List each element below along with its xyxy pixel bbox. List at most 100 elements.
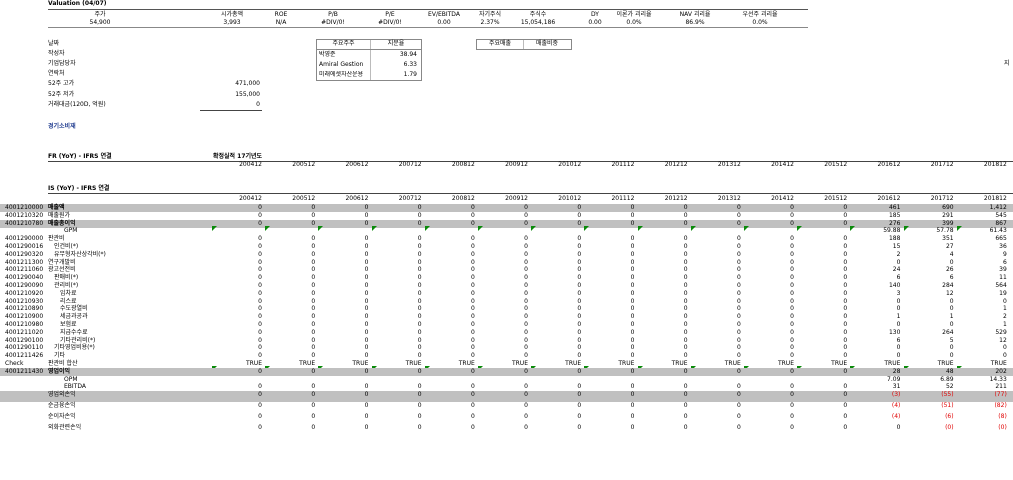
row-value-cell: 0 bbox=[790, 289, 794, 297]
info-label-contact: 연락처 bbox=[48, 70, 65, 77]
row-value-cell: 0 bbox=[311, 250, 316, 258]
row-label: 지급수수료 bbox=[60, 328, 88, 336]
fr-confirmed: 확정실적 17기년도 bbox=[213, 153, 263, 160]
row-value-cell: 0 bbox=[311, 204, 316, 211]
info-value-trade-value: 0 bbox=[256, 101, 260, 108]
row-value-cell: 0 bbox=[417, 266, 422, 274]
error-flag-icon bbox=[318, 225, 324, 231]
row-label: 영업외손익 bbox=[48, 391, 76, 399]
row-label: 세금과공과 bbox=[60, 313, 88, 321]
fr-year-header: 200712 bbox=[398, 161, 422, 168]
row-value-cell: TRUE bbox=[245, 360, 262, 367]
is-year-header: 201412 bbox=[771, 195, 794, 202]
is-year-header: 201312 bbox=[717, 195, 741, 202]
row-value-cell: 0 bbox=[417, 250, 422, 258]
row-value-cell: (77) bbox=[994, 391, 1007, 399]
row-value-cell: 0 bbox=[630, 266, 635, 274]
row-value-cell: 0 bbox=[258, 424, 262, 432]
row-value-cell: 0 bbox=[470, 289, 475, 297]
row-value-cell: 0 bbox=[311, 235, 316, 243]
row-value-cell: 0 bbox=[736, 219, 741, 227]
row-value-cell: 1 bbox=[1002, 305, 1007, 313]
row-value-cell: 1 bbox=[896, 313, 901, 321]
row-value-cell: 0 bbox=[311, 344, 316, 352]
valuation-value-cell: 15,054,186 bbox=[520, 19, 556, 26]
row-value-cell: 0 bbox=[258, 367, 262, 375]
row-value-cell: 0 bbox=[1002, 344, 1007, 352]
row-value-cell: TRUE bbox=[618, 360, 635, 367]
row-value-cell: 0 bbox=[736, 344, 741, 352]
row-value-cell: 0 bbox=[896, 321, 901, 328]
row-value-cell: 4 bbox=[949, 250, 954, 258]
row-value-cell: 0 bbox=[364, 204, 369, 211]
row-value-cell: TRUE bbox=[511, 360, 528, 367]
row-value-cell: 0 bbox=[683, 204, 688, 211]
row-value-cell: 0 bbox=[630, 402, 635, 410]
info-label-author: 작성자 bbox=[48, 50, 65, 57]
row-value-cell: 0 bbox=[470, 250, 475, 258]
row-value-cell: 0 bbox=[790, 424, 794, 432]
row-value-cell: 0 bbox=[630, 344, 635, 352]
row-value-cell: 0 bbox=[843, 204, 848, 211]
row-label: 판매비(*) bbox=[54, 274, 79, 282]
row-value-cell: 0 bbox=[577, 321, 582, 328]
fr-year-header: 200412 bbox=[239, 161, 262, 168]
row-value-cell: 0 bbox=[630, 305, 635, 313]
row-value-cell: 2 bbox=[896, 250, 901, 258]
row-value-cell: 0 bbox=[364, 424, 369, 432]
row-value-cell: TRUE bbox=[565, 360, 582, 367]
row-value-cell: 0 bbox=[364, 282, 369, 289]
row-value-cell: 0 bbox=[311, 352, 316, 360]
row-label: 보험료 bbox=[60, 321, 77, 328]
row-value-cell: 0 bbox=[258, 328, 262, 336]
shareholder-name: Amiral Gestion bbox=[319, 61, 364, 68]
row-value-cell: 0 bbox=[683, 383, 688, 391]
fr-year-header: 201812 bbox=[983, 161, 1007, 168]
valuation-value-cell: 0.0% bbox=[752, 19, 768, 26]
valuation-value-cell: 3,993 bbox=[223, 19, 241, 26]
error-flag-icon bbox=[744, 225, 749, 231]
row-value-cell: 0 bbox=[417, 235, 422, 243]
row-value-cell: 0 bbox=[843, 383, 848, 391]
row-value-cell: 0 bbox=[524, 266, 528, 274]
row-value-cell: 0 bbox=[630, 282, 635, 289]
row-value-cell: 264 bbox=[942, 328, 954, 336]
row-value-cell: 0 bbox=[417, 219, 422, 227]
row-value-cell: 0 bbox=[311, 243, 316, 250]
row-value-cell: 0 bbox=[470, 367, 475, 375]
row-value-cell: 0 bbox=[577, 219, 582, 227]
error-flag-icon bbox=[584, 225, 590, 231]
row-value-cell: 291 bbox=[942, 211, 954, 219]
row-value-cell: 0 bbox=[790, 204, 794, 211]
row-value-cell: 0 bbox=[736, 328, 741, 336]
row-value-cell: 0 bbox=[630, 391, 635, 399]
row-value-cell: 0 bbox=[577, 305, 582, 313]
row-value-cell: 0 bbox=[843, 297, 848, 305]
row-value-cell: 28 bbox=[892, 367, 901, 375]
row-value-cell: 0 bbox=[311, 328, 316, 336]
row-value-cell: 0 bbox=[630, 274, 635, 282]
row-value-cell: 0 bbox=[311, 289, 316, 297]
info-label-manager: 기업담당자 bbox=[48, 60, 76, 67]
row-value-cell: 0 bbox=[524, 352, 528, 360]
row-value-cell: 27 bbox=[945, 243, 954, 250]
row-value-cell: 0 bbox=[470, 402, 475, 410]
row-value-cell: 0 bbox=[736, 352, 741, 360]
error-flag-icon bbox=[424, 225, 430, 231]
row-value-cell: 0 bbox=[524, 391, 528, 399]
row-value-cell: 0 bbox=[736, 243, 741, 250]
row-label: 판관비 bbox=[48, 235, 65, 243]
row-code: 4001211060 bbox=[5, 266, 44, 274]
info-value-52w-high: 471,000 bbox=[235, 80, 260, 87]
row-value-cell: 0 bbox=[790, 282, 794, 289]
row-value-cell: 0 bbox=[364, 250, 369, 258]
shareholder-share: 1.79 bbox=[403, 71, 417, 78]
row-value-cell: 0 bbox=[470, 243, 475, 250]
row-value-cell: (4) bbox=[891, 413, 901, 421]
row-value-cell: 0 bbox=[258, 352, 262, 360]
row-value-cell: 0 bbox=[577, 391, 582, 399]
fr-title: FR (YoY) - IFRS 연결 bbox=[48, 153, 112, 160]
row-value-cell: 1 bbox=[949, 313, 954, 321]
row-value-cell: 24 bbox=[892, 266, 901, 274]
row-value-cell: 0 bbox=[524, 274, 528, 282]
